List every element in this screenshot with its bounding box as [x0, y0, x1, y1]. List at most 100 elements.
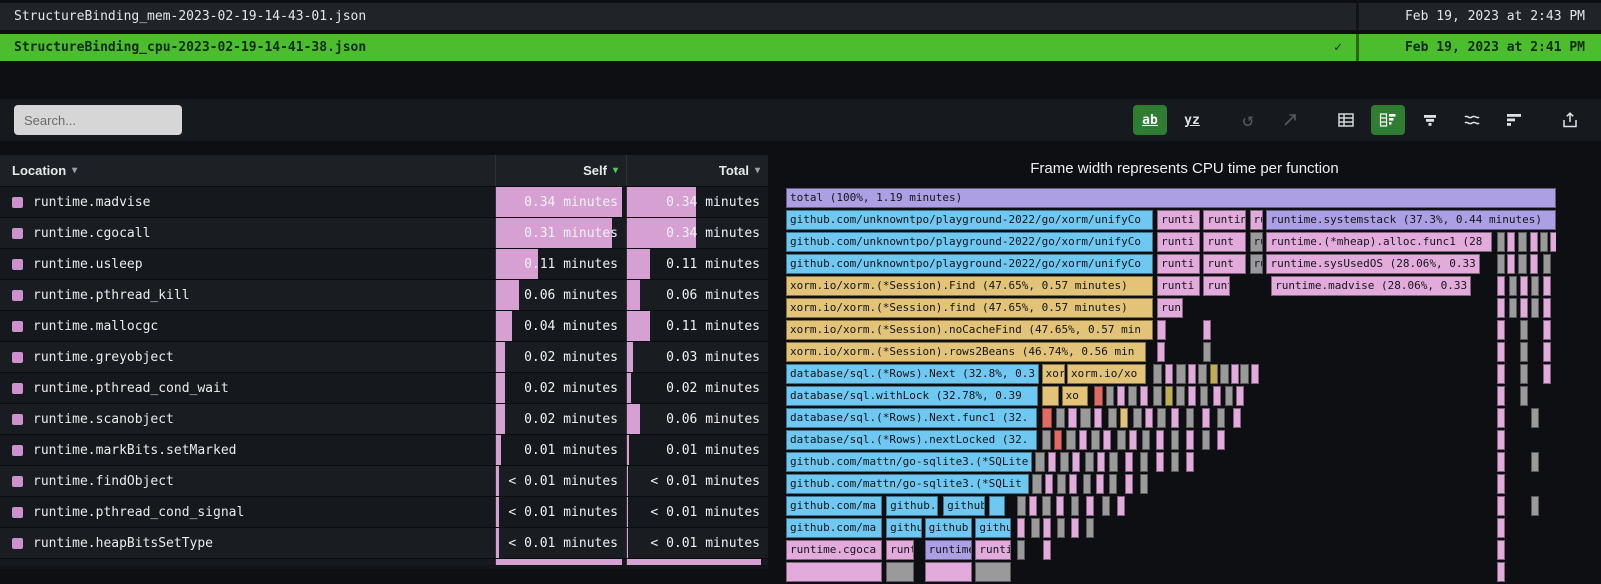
flame-frame[interactable]: [1497, 452, 1505, 472]
table-row[interactable]: runtime.heapBitsSetType< 0.01 minutes< 0…: [0, 528, 768, 559]
flame-frame[interactable]: [1069, 474, 1077, 494]
flame-frame[interactable]: [1543, 342, 1551, 362]
flame-frame[interactable]: [1054, 430, 1062, 450]
flame-frame[interactable]: [1543, 298, 1551, 318]
flame-frame[interactable]: github.com/ma: [786, 496, 882, 516]
flame-frame[interactable]: [1031, 518, 1040, 538]
flame-frame[interactable]: [1056, 496, 1064, 516]
flame-frame[interactable]: [1157, 320, 1166, 340]
flame-frame[interactable]: database/sql.(*Rows).Next (32.8%, 0.3: [786, 364, 1039, 384]
flame-frame[interactable]: [1520, 364, 1528, 384]
flame-frame[interactable]: [1497, 320, 1505, 340]
flame-frame[interactable]: [1094, 408, 1102, 428]
column-header-self[interactable]: Self ▾: [495, 155, 626, 186]
flame-frame[interactable]: [1165, 364, 1173, 384]
flame-frame[interactable]: [1531, 452, 1539, 472]
flame-frame[interactable]: runtime: [925, 540, 973, 560]
flame-frame[interactable]: [1129, 430, 1137, 450]
flame-frame[interactable]: [1091, 430, 1100, 450]
flame-frame[interactable]: [1108, 408, 1117, 428]
flame-frame[interactable]: [1140, 386, 1148, 406]
flame-frame[interactable]: runtime.cgoca: [786, 540, 882, 560]
flame-frame[interactable]: [1530, 254, 1538, 274]
column-header-total[interactable]: Total ▾: [626, 155, 768, 186]
flame-frame[interactable]: [1531, 298, 1539, 318]
search-input[interactable]: [14, 105, 182, 135]
flame-frame[interactable]: total (100%, 1.19 minutes): [786, 188, 1556, 208]
flame-frame[interactable]: [1520, 342, 1528, 362]
flame-frame[interactable]: [1157, 408, 1166, 428]
flame-frame[interactable]: xorm.io/xorm.(*Session).noCacheFind (47.…: [786, 320, 1153, 340]
flame-frame[interactable]: runti: [1157, 210, 1200, 230]
flame-frame[interactable]: [989, 496, 1004, 516]
flame-frame[interactable]: [1094, 386, 1103, 406]
flame-frame[interactable]: [1128, 386, 1137, 406]
flame-frame[interactable]: [1509, 276, 1517, 296]
flame-frame[interactable]: runt: [1203, 276, 1229, 296]
table-view-button[interactable]: [1329, 105, 1363, 135]
flame-frame[interactable]: [1509, 298, 1517, 318]
flame-frame[interactable]: [1086, 518, 1094, 538]
flame-frame[interactable]: database/sql.withLock (32.78%, 0.39: [786, 386, 1038, 406]
flame-frame[interactable]: [1518, 254, 1526, 274]
flame-frame[interactable]: [1188, 386, 1196, 406]
match-case-yz-button[interactable]: yz: [1175, 105, 1209, 135]
flame-frame[interactable]: [1210, 364, 1218, 384]
flame-frame[interactable]: runtime.(*mheap).alloc.func1 (28: [1266, 232, 1492, 252]
flame-frame[interactable]: [1125, 452, 1133, 472]
flame-frame[interactable]: run: [1250, 210, 1263, 230]
flame-frame[interactable]: [1497, 408, 1505, 428]
flame-frame[interactable]: [1153, 364, 1162, 384]
flame-frame[interactable]: [1497, 430, 1505, 450]
flame-frame[interactable]: [1497, 254, 1505, 274]
flame-frame[interactable]: [1217, 408, 1225, 428]
flame-frame[interactable]: [1017, 496, 1026, 516]
flame-frame[interactable]: [1520, 386, 1528, 406]
flame-frame[interactable]: [1231, 364, 1239, 384]
flame-frame[interactable]: [1057, 518, 1065, 538]
flame-frame[interactable]: [1068, 408, 1077, 428]
table-row[interactable]: runtime.pthread_cond_wait0.02 minutes0.0…: [0, 373, 768, 404]
table-row[interactable]: runtime.mallocgc0.04 minutes0.11 minutes: [0, 311, 768, 342]
flame-frame[interactable]: xorm.io/xorm.(*Session).rows2Beans (46.7…: [786, 342, 1146, 362]
flame-frame[interactable]: [1497, 518, 1505, 538]
flame-frame[interactable]: [1106, 386, 1114, 406]
flame-frame[interactable]: [1497, 496, 1505, 516]
flame-frame[interactable]: github.com/unknowntpo/playground-2022/go…: [786, 254, 1153, 274]
flame-frame[interactable]: [975, 562, 1010, 582]
flame-frame[interactable]: [1109, 452, 1117, 472]
flame-frame[interactable]: [1156, 452, 1164, 472]
flame-frame[interactable]: runti: [1157, 276, 1200, 296]
flame-frame[interactable]: [1056, 408, 1065, 428]
flame-frame[interactable]: [1540, 232, 1548, 252]
flame-frame[interactable]: [1017, 540, 1025, 560]
flame-frame[interactable]: [1157, 342, 1165, 362]
flame-frame[interactable]: [925, 562, 973, 582]
flame-frame[interactable]: [1117, 496, 1125, 516]
flame-frame[interactable]: runt: [1157, 298, 1182, 318]
flame-frame[interactable]: [1117, 430, 1125, 450]
flame-frame[interactable]: [1042, 430, 1051, 450]
flame-frame[interactable]: [1029, 496, 1037, 516]
table-row[interactable]: runtime.usleep0.11 minutes0.11 minutes: [0, 249, 768, 280]
flame-frame[interactable]: [1531, 408, 1539, 428]
flame-frame[interactable]: [1017, 518, 1025, 538]
flame-frame[interactable]: [1543, 276, 1551, 296]
flame-frame[interactable]: [1543, 364, 1551, 384]
flame-frame[interactable]: [1507, 254, 1515, 274]
flame-frame[interactable]: [1531, 276, 1539, 296]
flamegraph-view-button[interactable]: [1413, 105, 1447, 135]
flame-frame[interactable]: [1043, 540, 1051, 560]
flame-frame[interactable]: runtin: [1203, 210, 1246, 230]
flame-frame[interactable]: [1042, 408, 1053, 428]
flame-frame[interactable]: [1035, 452, 1044, 472]
flame-frame[interactable]: github.: [925, 518, 973, 538]
flame-frame[interactable]: [1042, 386, 1059, 406]
flamechart-view-button[interactable]: [1497, 105, 1531, 135]
flame-frame[interactable]: [1086, 496, 1094, 516]
table-row[interactable]: runtime.scanobject0.02 minutes0.06 minut…: [0, 404, 768, 435]
flame-frame[interactable]: [1145, 408, 1153, 428]
flame-frame[interactable]: [1497, 474, 1505, 494]
flame-frame[interactable]: [1518, 232, 1526, 252]
table-row[interactable]: runtime.madvise0.34 minutes0.34 minutes: [0, 187, 768, 218]
